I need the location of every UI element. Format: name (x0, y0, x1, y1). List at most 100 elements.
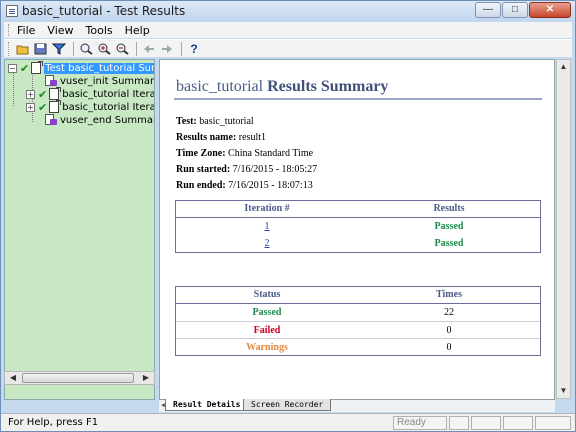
info-test: Test: basic_tutorial (176, 116, 254, 127)
table-row: 1 Passed (176, 218, 540, 235)
tree-item-label: vuser_end Summary (60, 114, 155, 126)
filter-icon[interactable] (51, 41, 67, 56)
title-suffix: Results Summary (267, 78, 389, 95)
title-divider (174, 98, 542, 100)
help-icon[interactable]: ? (186, 41, 202, 56)
info-run-ended: Run ended: 7/16/2015 - 18:07:13 (176, 180, 313, 191)
result-status: Passed (434, 221, 464, 232)
tree-line (13, 70, 14, 106)
info-results-name: Results name: result1 (176, 132, 266, 143)
scroll-down-button[interactable]: ▼ (557, 384, 570, 398)
results-tree[interactable]: − ✔ Test basic_tutorial Summary vuser_in… (4, 59, 155, 400)
tree-item-label: vuser_init Summary (60, 75, 155, 87)
passed-check-icon: ✔ (38, 100, 48, 114)
status-count: 0 (446, 341, 452, 353)
minimize-button[interactable]: — (475, 2, 501, 18)
column-header: Results (433, 203, 465, 214)
passed-check-icon: ✔ (20, 61, 30, 75)
view-tabs: ◂▸ Result Details Screen Recorder (159, 399, 555, 412)
results-summary-pane: basic_tutorial Results Summary Test: bas… (159, 59, 555, 400)
zoom-out-icon[interactable] (114, 41, 130, 56)
table-header: Iteration # Results (176, 201, 540, 218)
scroll-up-button[interactable]: ▲ (557, 60, 570, 74)
toolbar-separator (136, 41, 137, 56)
toolbar-separator (73, 41, 74, 56)
tree-item-vuser-init[interactable]: vuser_init Summary (45, 74, 155, 88)
tree-horizontal-scrollbar[interactable]: ◀ ▶ (4, 371, 155, 385)
test-summary-icon (31, 61, 44, 74)
table-row: Failed 0 (176, 321, 540, 338)
iteration-icon (49, 87, 62, 100)
zoom-icon[interactable] (78, 41, 94, 56)
status-ready: Ready (393, 416, 447, 430)
tree-item-vuser-end[interactable]: vuser_end Summary (45, 113, 155, 127)
passed-check-icon: ✔ (38, 87, 48, 101)
page-title: basic_tutorial Results Summary (176, 78, 388, 96)
table-header: Status Times (176, 287, 540, 304)
status-label: Warnings (246, 341, 288, 353)
iteration-icon (49, 100, 62, 113)
expand-toggle[interactable]: + (26, 102, 35, 112)
tab-screen-recorder[interactable]: Screen Recorder (243, 399, 332, 411)
status-panel (471, 416, 501, 430)
scroll-right-button[interactable]: ▶ (139, 372, 153, 384)
forward-arrow-icon[interactable] (159, 41, 175, 56)
toolbar: ? (4, 39, 572, 57)
toolbar-separator (181, 41, 182, 56)
save-icon[interactable] (33, 41, 49, 56)
menu-file[interactable]: File (17, 24, 35, 37)
menu-tools[interactable]: Tools (86, 24, 113, 37)
open-folder-icon[interactable] (15, 41, 31, 56)
back-arrow-icon[interactable] (141, 41, 157, 56)
toolbar-grip[interactable] (8, 41, 11, 56)
iterations-table: Iteration # Results 1 Passed 2 Passed (175, 200, 541, 253)
info-value: 7/16/2015 - 18:05:27 (232, 164, 318, 175)
window-title: basic_tutorial - Test Results (22, 4, 186, 18)
menu-grip[interactable] (8, 24, 11, 36)
status-count: 0 (446, 324, 452, 336)
table-row: 2 Passed (176, 235, 540, 252)
iteration-link[interactable]: 2 (265, 238, 270, 249)
tab-result-details[interactable]: Result Details (165, 399, 249, 411)
vuser-script-icon (45, 114, 57, 126)
app-window: basic_tutorial - Test Results — □ ✕ File… (0, 0, 576, 432)
tree-item-iteration-2[interactable]: + ✔ basic_tutorial Iteration 2 (26, 100, 154, 114)
menu-help[interactable]: Help (125, 24, 150, 37)
title-test-name: basic_tutorial (176, 78, 264, 95)
status-label: Passed (252, 307, 282, 318)
info-label: Results name: (176, 132, 237, 143)
table-row: Passed 22 (176, 304, 540, 321)
table-row: Warnings 0 (176, 338, 540, 355)
status-bar: For Help, press F1 Ready (1, 413, 575, 431)
status-count: 22 (444, 307, 454, 318)
content-vertical-scrollbar[interactable]: ▲ ▼ (556, 59, 571, 399)
tree-root-item[interactable]: − ✔ Test basic_tutorial Summary (8, 61, 154, 75)
scroll-thumb[interactable] (22, 373, 134, 383)
status-help-text: For Help, press F1 (8, 417, 99, 428)
scroll-left-button[interactable]: ◀ (6, 372, 20, 384)
menu-bar: File View Tools Help (4, 22, 572, 38)
info-label: Time Zone: (176, 148, 226, 159)
table-cell: 2 (176, 235, 358, 252)
zoom-in-icon[interactable] (96, 41, 112, 56)
menu-view[interactable]: View (47, 24, 73, 37)
info-run-started: Run started: 7/16/2015 - 18:05:27 (176, 164, 317, 175)
title-bar: basic_tutorial - Test Results — □ ✕ (1, 1, 575, 21)
iteration-link[interactable]: 1 (265, 221, 270, 232)
tree-item-label: basic_tutorial Iteration 2 (62, 101, 154, 113)
maximize-button[interactable]: □ (502, 2, 528, 18)
close-button[interactable]: ✕ (529, 2, 571, 18)
info-time-zone: Time Zone: China Standard Time (176, 148, 313, 159)
window-controls: — □ ✕ (474, 2, 571, 18)
expand-toggle[interactable]: + (26, 89, 35, 99)
tree-item-label: basic_tutorial Iteration 1 (62, 88, 154, 100)
column-header: Status (253, 289, 281, 300)
column-header: Iteration # (244, 203, 290, 214)
result-status: Passed (434, 238, 464, 249)
status-panel (449, 416, 469, 430)
status-panel (535, 416, 571, 430)
info-label: Run ended: (176, 180, 226, 191)
info-label: Run started: (176, 164, 231, 175)
tree-item-iteration-1[interactable]: + ✔ basic_tutorial Iteration 1 (26, 87, 154, 101)
collapse-toggle[interactable]: − (8, 63, 17, 73)
